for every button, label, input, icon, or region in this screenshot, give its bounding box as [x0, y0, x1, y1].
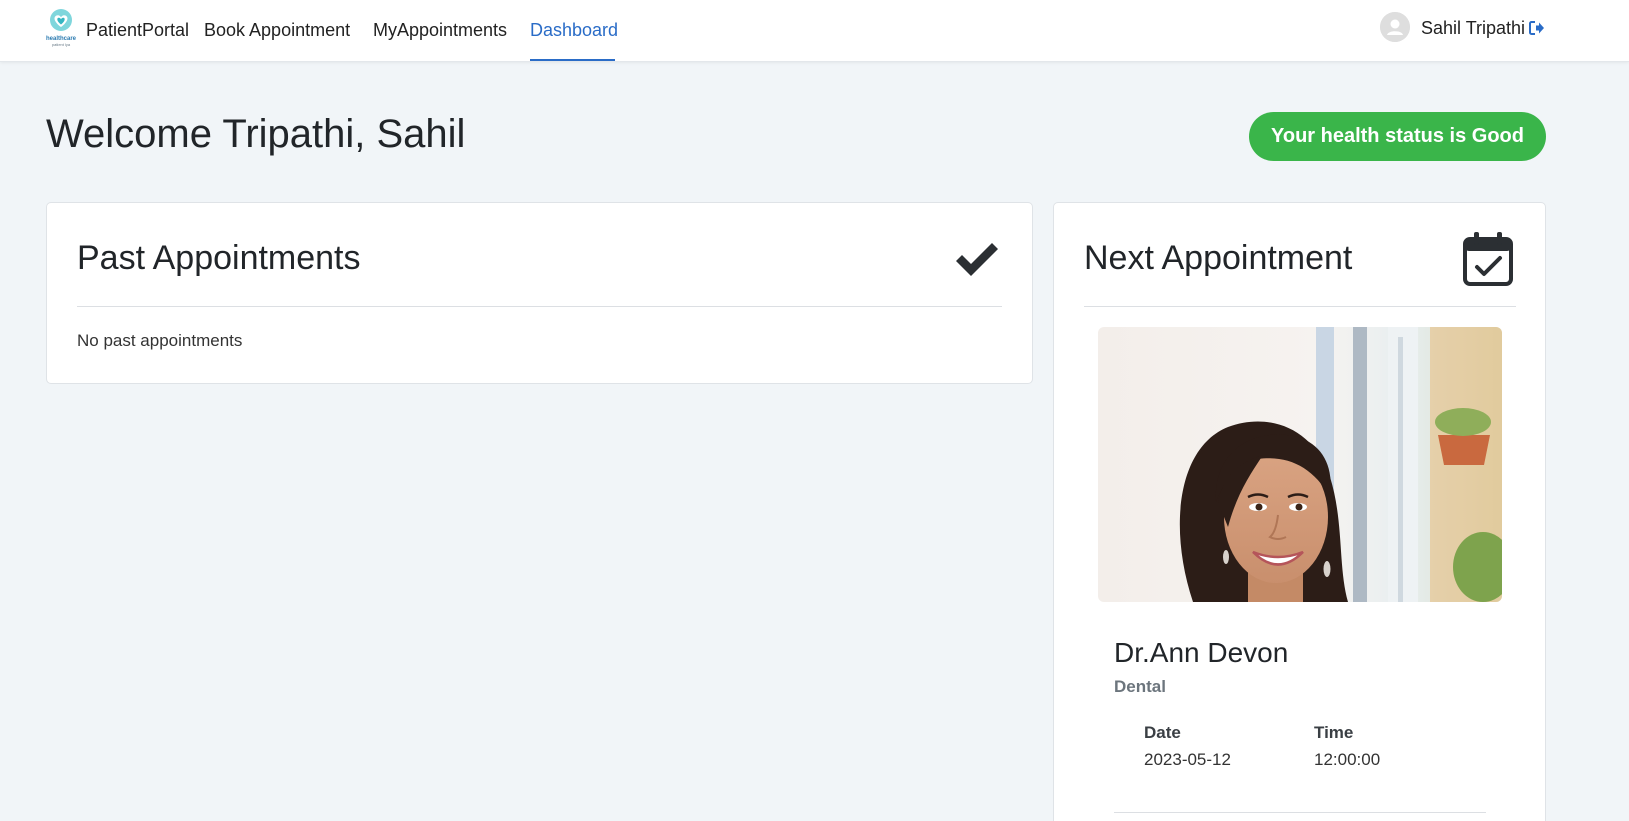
past-appointments-card: Past Appointments No past appointments	[46, 202, 1033, 384]
user-avatar-icon	[1380, 12, 1410, 42]
logo-subtext: patient lya	[51, 42, 71, 47]
calendar-check-icon	[1462, 231, 1514, 287]
health-status-button[interactable]: Your health status is Good	[1249, 112, 1546, 161]
active-tab-indicator	[530, 59, 615, 61]
healthcare-logo[interactable]: healthcare patient lya	[44, 8, 78, 50]
time-label: Time	[1314, 723, 1354, 742]
doctor-photo	[1098, 327, 1502, 602]
next-card-divider	[1084, 306, 1516, 307]
past-card-divider	[77, 306, 1002, 307]
past-appointments-title: Past Appointments	[77, 239, 361, 277]
time-value: 12:00:00	[1314, 750, 1381, 769]
doctor-name: Dr.Ann Devon	[1114, 637, 1289, 668]
next-appointment-card: Next Appointment Dr.Ann Devon Dental Dat…	[1053, 202, 1546, 821]
date-value: 2023-05-12	[1144, 750, 1231, 769]
nav-brand-patientportal[interactable]: PatientPortal	[86, 16, 189, 44]
welcome-heading: Welcome Tripathi, Sahil	[46, 112, 466, 156]
date-label: Date	[1144, 723, 1181, 742]
doctor-specialty: Dental	[1114, 677, 1166, 696]
no-past-appointments-text: No past appointments	[77, 331, 243, 350]
logout-icon[interactable]	[1529, 20, 1545, 36]
user-name[interactable]: Sahil Tripathi	[1421, 15, 1525, 41]
user-avatar[interactable]	[1380, 12, 1410, 42]
next-appointment-title: Next Appointment	[1084, 239, 1353, 277]
nav-dashboard[interactable]: Dashboard	[530, 16, 618, 44]
nav-book-appointment[interactable]: Book Appointment	[204, 16, 350, 44]
nav-my-appointments[interactable]: MyAppointments	[373, 16, 507, 44]
appointment-info-divider	[1114, 812, 1486, 813]
heart-logo-icon	[50, 9, 72, 31]
top-navbar: healthcare patient lya PatientPortal Boo…	[0, 0, 1629, 62]
check-icon	[952, 239, 1002, 281]
